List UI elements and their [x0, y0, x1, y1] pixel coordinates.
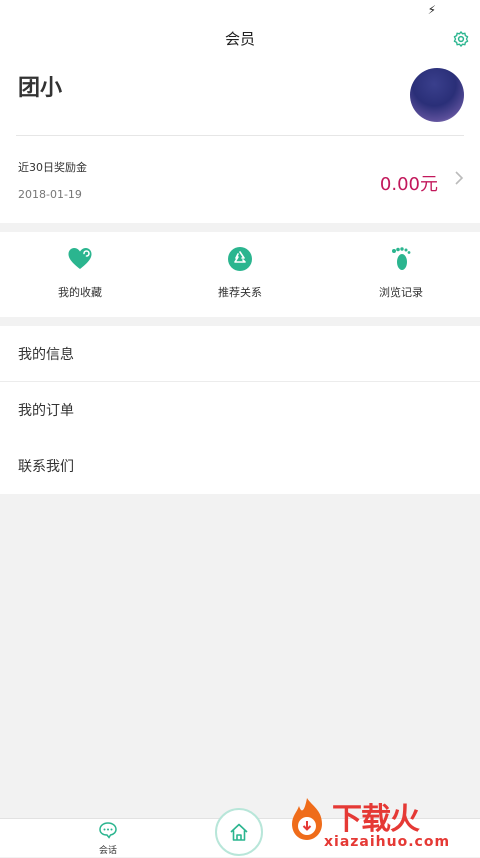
menu-item-label: 我的信息	[18, 347, 74, 363]
avatar[interactable]	[410, 68, 464, 122]
chevron-right-icon	[455, 171, 464, 185]
referral-label: 推荐关系	[218, 286, 262, 299]
tab-chat-label: 会话	[98, 846, 117, 856]
gear-icon[interactable]	[452, 30, 470, 48]
menu-item-my-orders[interactable]: 我的订单	[0, 382, 480, 438]
menu-list: 我的信息 我的订单 联系我们	[0, 326, 480, 494]
reward-amount: 0.00元	[379, 174, 438, 195]
menu-item-contact-us[interactable]: 联系我们	[0, 438, 480, 494]
menu-item-my-info[interactable]: 我的信息	[0, 326, 480, 382]
favorites-button[interactable]: 我的收藏	[20, 246, 140, 300]
watermark: 下载火 xiazaihuo.com	[280, 792, 480, 856]
quick-actions: 我的收藏 推荐关系 浏览记录	[0, 232, 480, 317]
menu-item-label: 我的订单	[18, 403, 74, 419]
watermark-url: xiazaihuo.com	[324, 834, 451, 850]
home-icon	[230, 823, 248, 841]
title-bar: 会员	[0, 22, 480, 58]
history-button[interactable]: 浏览记录	[341, 246, 461, 300]
menu-item-label: 联系我们	[18, 459, 74, 475]
heart-icon	[68, 248, 92, 269]
flame-logo-icon	[292, 798, 322, 840]
reward-date: 2018-01-19	[18, 188, 82, 201]
divider	[16, 135, 464, 136]
chat-bubble-icon	[99, 822, 117, 839]
page-title: 会员	[224, 30, 255, 48]
home-button[interactable]	[215, 808, 263, 856]
profile-card: 团小 近30日奖励金 2018-01-19 0.00元	[0, 58, 480, 223]
tab-chat[interactable]: 会话	[92, 821, 124, 856]
history-label: 浏览记录	[379, 286, 423, 299]
referral-button[interactable]: 推荐关系	[180, 246, 300, 300]
status-bar: ⚡	[0, 0, 480, 22]
recycle-icon	[228, 247, 252, 271]
reward-label: 近30日奖励金	[18, 161, 87, 174]
footprint-icon	[392, 247, 411, 270]
username: 团小	[18, 76, 63, 101]
lightning-bolt-icon: ⚡	[427, 3, 436, 17]
watermark-text: 下载火	[332, 802, 420, 837]
favorites-label: 我的收藏	[58, 286, 102, 299]
